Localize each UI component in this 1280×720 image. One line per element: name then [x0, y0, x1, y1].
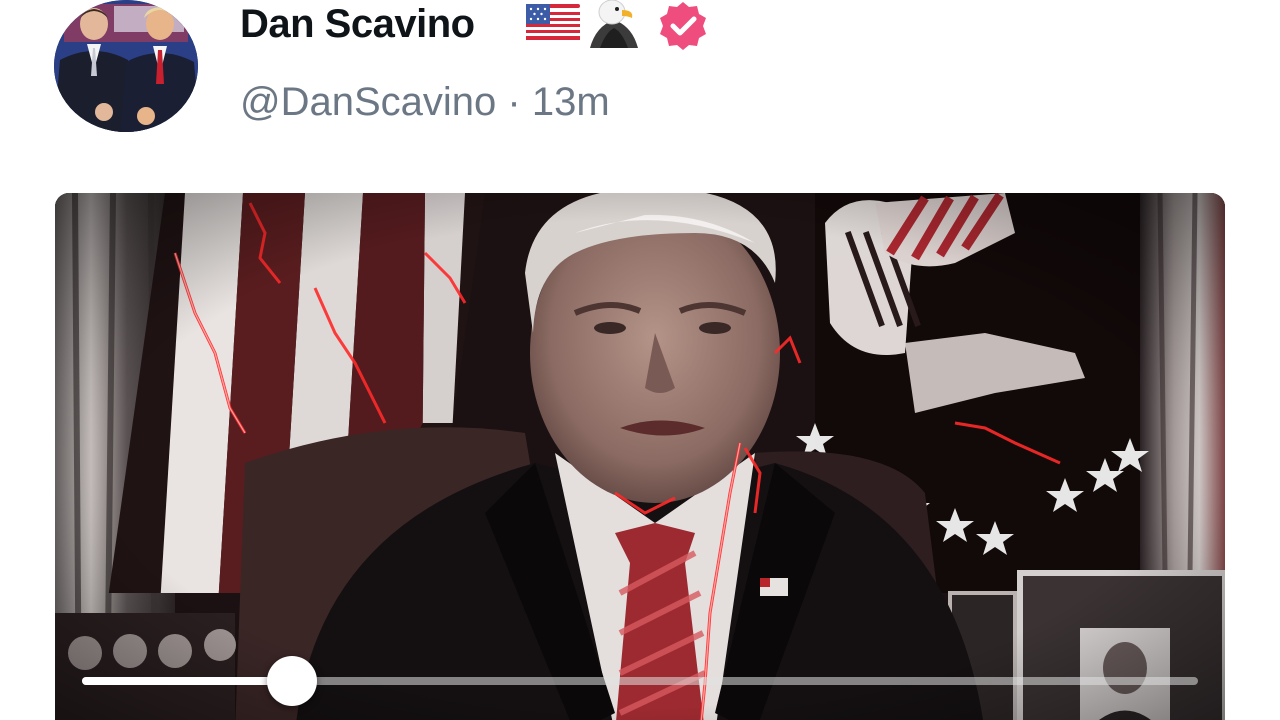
video-frame	[55, 193, 1225, 720]
post-timestamp[interactable]: 13m	[532, 80, 610, 124]
video-scrubber[interactable]	[82, 656, 1198, 706]
scrubber-handle[interactable]	[266, 656, 317, 706]
avatar-photo	[54, 0, 198, 132]
post-meta: @DanScavino · 13m	[240, 78, 610, 126]
verified-badge-icon	[660, 2, 706, 50]
author-name[interactable]: Dan Scavino	[240, 2, 475, 46]
us-flag-icon	[526, 4, 580, 42]
author-handle[interactable]: @DanScavino	[240, 80, 496, 124]
scrubber-progress	[82, 677, 292, 685]
meta-separator: ·	[507, 80, 521, 124]
avatar[interactable]	[54, 0, 198, 132]
eagle-icon	[590, 0, 638, 48]
video-player[interactable]	[55, 193, 1225, 720]
post-card: Dan Scavino @DanScavino · 13m	[0, 0, 1280, 720]
